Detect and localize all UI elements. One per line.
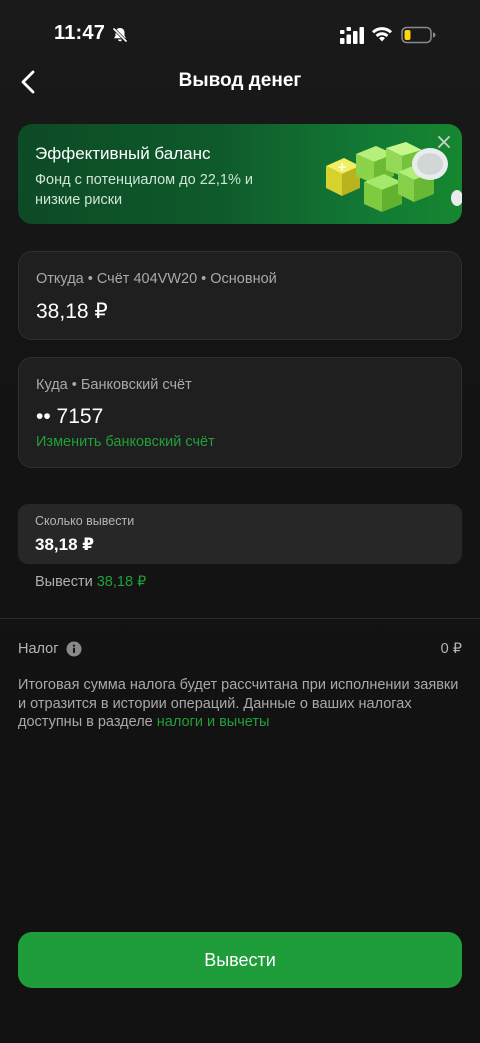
withdraw-all-prefix: Вывести: [35, 574, 93, 590]
signal-icon: [340, 27, 364, 44]
promo-text: Фонд с потенциалом до 22,1% и низкие рис…: [35, 172, 253, 208]
amount-value: 38,18 ₽: [35, 535, 95, 554]
withdraw-all-amount: 38,18 ₽: [96, 574, 147, 590]
amount-label: Сколько вывести: [35, 514, 135, 528]
battery-icon: [401, 26, 436, 44]
amount-input[interactable]: Сколько вывести 38,18 ₽: [18, 504, 462, 564]
tax-value: 0 ₽: [440, 641, 462, 657]
nav-bar: Вывод денег: [0, 58, 480, 106]
svg-text:+: +: [337, 160, 347, 174]
page-title: Вывод денег: [178, 70, 302, 91]
status-time: 11:47: [54, 22, 106, 44]
withdraw-screen: 11:47 Вывод денег Эффективный баланс Фон…: [0, 0, 480, 1043]
from-account-label: Откуда • Счёт 404VW20 • Основной: [36, 271, 277, 287]
withdraw-all-button[interactable]: Вывести 38,18 ₽: [35, 574, 146, 590]
change-bank-account-link[interactable]: Изменить банковский счёт: [36, 434, 215, 450]
to-account-card[interactable]: Куда • Банковский счёт •• 7157 Изменить …: [18, 357, 462, 468]
promo-title: Эффективный баланс: [35, 144, 211, 163]
bell-muted-icon: [112, 27, 128, 43]
divider: [0, 618, 480, 619]
promo-banner[interactable]: Эффективный баланс Фонд с потенциалом до…: [18, 124, 462, 224]
to-account-label: Куда • Банковский счёт: [36, 377, 192, 393]
from-account-card[interactable]: Откуда • Счёт 404VW20 • Основной 38,18 ₽: [18, 251, 462, 340]
info-icon[interactable]: [66, 641, 82, 657]
tax-note: Итоговая сумма налога будет рассчитана п…: [18, 676, 462, 732]
close-icon[interactable]: [434, 132, 454, 152]
wifi-icon: [372, 27, 392, 42]
to-account-number: •• 7157: [36, 405, 104, 428]
from-account-balance: 38,18 ₽: [36, 300, 108, 323]
taxes-and-deductions-link[interactable]: налоги и вычеты: [157, 714, 270, 730]
status-bar: 11:47: [0, 0, 480, 64]
cubes-illustration-icon: +: [326, 142, 462, 212]
withdraw-button[interactable]: Вывести: [18, 932, 462, 988]
tax-label: Налог: [18, 641, 59, 657]
